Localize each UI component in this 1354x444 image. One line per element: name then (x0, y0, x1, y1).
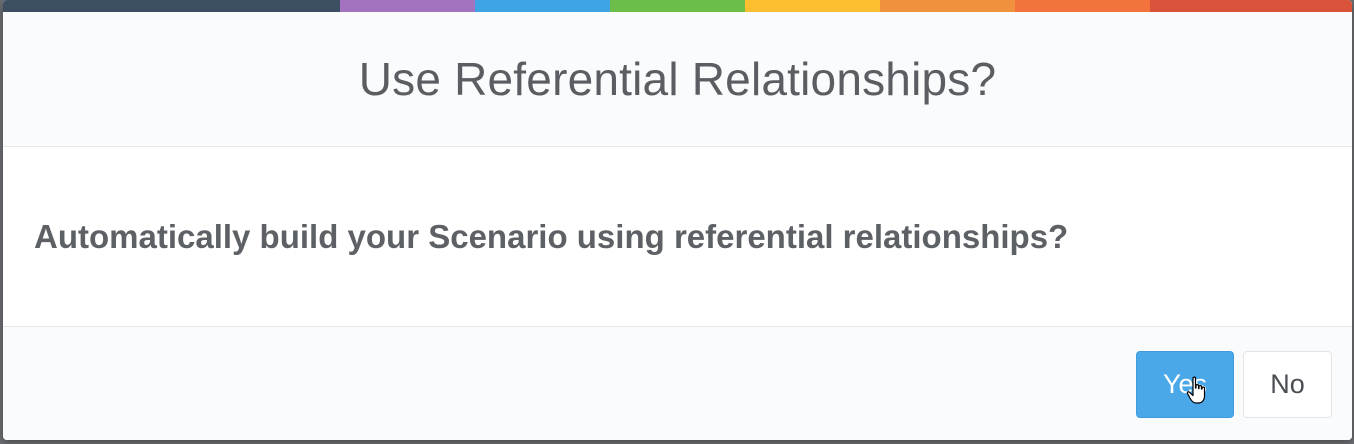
yes-button[interactable]: Yes (1136, 351, 1234, 418)
accent-segment (3, 0, 340, 12)
no-button[interactable]: No (1243, 351, 1332, 418)
accent-segment (340, 0, 475, 12)
accent-segment (475, 0, 610, 12)
accent-segment (1015, 0, 1150, 12)
confirm-dialog: Use Referential Relationships? Automatic… (3, 0, 1352, 440)
color-accent-bar (3, 0, 1352, 12)
dialog-footer: Yes No (3, 327, 1352, 440)
dialog-body: Automatically build your Scenario using … (3, 147, 1352, 327)
dialog-title: Use Referential Relationships? (358, 53, 997, 105)
dialog-header: Use Referential Relationships? (3, 12, 1352, 147)
accent-segment (745, 0, 880, 12)
hand-pointer-icon (1186, 376, 1206, 404)
accent-segment (610, 0, 745, 12)
accent-segment (880, 0, 1015, 12)
accent-segment (1150, 0, 1352, 12)
dialog-message: Automatically build your Scenario using … (34, 217, 1069, 255)
